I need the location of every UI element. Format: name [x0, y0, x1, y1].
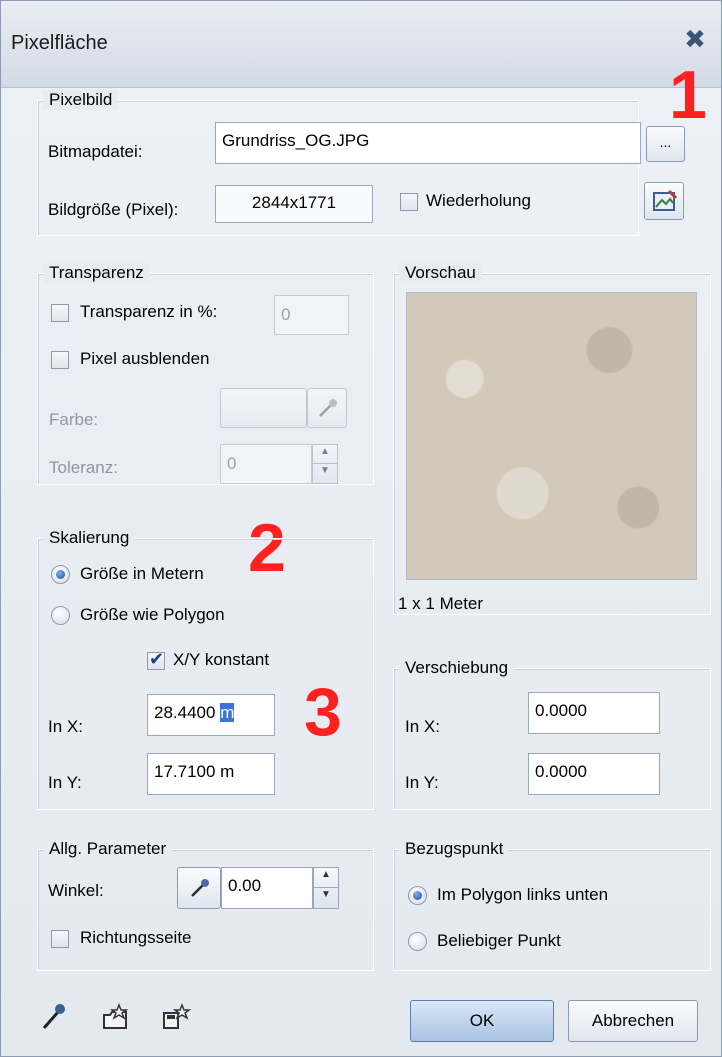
tolerance-label: Toleranz:	[49, 458, 118, 477]
ref-any-point-label: Beliebiger Punkt	[437, 931, 561, 950]
bitmap-file-input[interactable]: Grundriss_OG.JPG	[215, 122, 641, 164]
close-icon[interactable]: ✖	[681, 25, 709, 53]
offset-x-label: In X:	[405, 717, 440, 736]
group-label-bezugspunkt: Bezugspunkt	[399, 839, 510, 859]
scale-meters-label: Größe in Metern	[80, 564, 204, 583]
group-label-skalierung: Skalierung	[43, 528, 136, 548]
scale-y-input[interactable]: 17.7100 m	[147, 753, 275, 795]
ref-any-point-radio[interactable]	[408, 932, 427, 951]
ok-button[interactable]: OK	[410, 1000, 554, 1042]
color-swatch-button[interactable]	[220, 388, 307, 428]
spin-up-icon[interactable]: ▲	[314, 868, 338, 888]
spin-down-icon[interactable]: ▼	[313, 464, 337, 483]
transparency-percent-input[interactable]: 0	[274, 295, 349, 335]
preview-caption: 1 x 1 Meter	[398, 594, 484, 613]
image-size-label: Bildgröße (Pixel):	[48, 200, 179, 219]
scale-x-input[interactable]: 28.4400 m	[147, 694, 275, 736]
annotation-1: 1	[669, 57, 707, 133]
transparency-label: Transparenz in %:	[80, 302, 218, 321]
tolerance-spinner[interactable]: ▲ ▼	[312, 444, 338, 484]
xy-constant-label: X/Y konstant	[173, 650, 270, 669]
direction-side-checkbox[interactable]	[51, 930, 69, 948]
save-favorite-icon[interactable]	[161, 1003, 191, 1031]
offset-y-input[interactable]: 0.0000	[528, 753, 660, 795]
ref-bottom-left-radio[interactable]	[408, 886, 427, 905]
eyedropper-icon	[319, 399, 337, 417]
bitmap-label: Bitmapdatei:	[48, 142, 143, 161]
spin-down-icon[interactable]: ▼	[314, 888, 338, 908]
angle-pick-button[interactable]	[177, 867, 221, 909]
group-label-pixelbild: Pixelbild	[43, 90, 119, 110]
scale-polygon-label: Größe wie Polygon	[80, 605, 225, 624]
scale-x-label: In X:	[48, 717, 83, 736]
cancel-button[interactable]: Abbrechen	[568, 1000, 698, 1042]
angle-input[interactable]: 0.00	[221, 867, 313, 909]
preview-image	[406, 292, 697, 580]
angle-spinner[interactable]: ▲ ▼	[313, 867, 339, 909]
load-favorite-icon[interactable]	[101, 1003, 131, 1031]
repeat-label: Wiederholung	[426, 191, 531, 210]
image-size-value: 2844x1771	[215, 185, 373, 223]
group-label-verschiebung: Verschiebung	[399, 658, 515, 678]
eyedropper-icon[interactable]	[41, 1003, 67, 1031]
group-bezugspunkt	[393, 849, 711, 971]
ref-bottom-left-label: Im Polygon links unten	[437, 885, 609, 904]
color-label: Farbe:	[49, 410, 99, 429]
image-editor-button[interactable]	[644, 182, 684, 220]
scale-x-unit-selected: m	[220, 703, 235, 722]
scale-y-label: In Y:	[48, 773, 82, 792]
title-bar: Pixelfläche ✖	[1, 1, 721, 88]
picture-edit-icon	[653, 190, 677, 211]
browse-button[interactable]: ...	[646, 126, 685, 162]
group-label-transparenz: Transparenz	[43, 263, 150, 283]
direction-side-label: Richtungsseite	[80, 928, 192, 947]
transparency-checkbox[interactable]	[51, 304, 69, 322]
group-label-vorschau: Vorschau	[399, 263, 482, 283]
color-picker-button[interactable]	[307, 388, 347, 428]
offset-x-input[interactable]: 0.0000	[528, 692, 660, 734]
window-title: Pixelfläche	[11, 32, 108, 54]
repeat-checkbox[interactable]	[400, 193, 418, 211]
spin-up-icon[interactable]: ▲	[313, 445, 337, 464]
scale-x-number: 28.4400	[154, 703, 221, 722]
eyedropper-icon	[191, 879, 209, 897]
pixelflaeche-dialog: Pixelfläche ✖ 1 2 3 Pixelbild Bitmapdate…	[0, 0, 722, 1057]
group-label-allg-parameter: Allg. Parameter	[43, 839, 173, 859]
scale-meters-radio[interactable]	[51, 565, 70, 584]
hide-pixels-label: Pixel ausblenden	[80, 349, 210, 368]
angle-label: Winkel:	[48, 881, 104, 900]
offset-y-label: In Y:	[405, 773, 439, 792]
scale-polygon-radio[interactable]	[51, 606, 70, 625]
xy-constant-checkbox[interactable]	[147, 649, 165, 670]
tolerance-input[interactable]: 0	[220, 444, 312, 484]
hide-pixels-checkbox[interactable]	[51, 351, 69, 369]
